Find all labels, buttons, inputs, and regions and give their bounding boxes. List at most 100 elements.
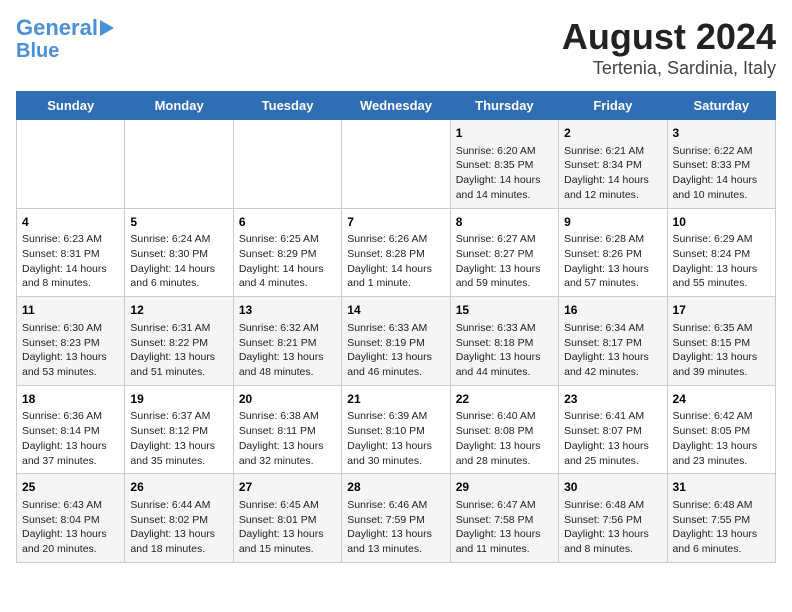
- calendar-cell: 24Sunrise: 6:42 AM Sunset: 8:05 PM Dayli…: [667, 385, 775, 474]
- header-tuesday: Tuesday: [233, 92, 341, 120]
- calendar-cell: 9Sunrise: 6:28 AM Sunset: 8:26 PM Daylig…: [559, 208, 667, 297]
- day-number: 12: [130, 302, 227, 319]
- day-number: 23: [564, 391, 661, 408]
- day-info: Sunrise: 6:44 AM Sunset: 8:02 PM Dayligh…: [130, 498, 227, 557]
- calendar-cell: 8Sunrise: 6:27 AM Sunset: 8:27 PM Daylig…: [450, 208, 558, 297]
- calendar-cell: 5Sunrise: 6:24 AM Sunset: 8:30 PM Daylig…: [125, 208, 233, 297]
- day-number: 7: [347, 214, 444, 231]
- calendar-table: SundayMondayTuesdayWednesdayThursdayFrid…: [16, 91, 776, 563]
- day-info: Sunrise: 6:26 AM Sunset: 8:28 PM Dayligh…: [347, 232, 444, 291]
- day-number: 19: [130, 391, 227, 408]
- day-info: Sunrise: 6:33 AM Sunset: 8:18 PM Dayligh…: [456, 321, 553, 380]
- calendar-cell: 31 Sunrise: 6:48 AM Sunset: 7:55 PM Dayli…: [667, 474, 775, 563]
- day-number: 15: [456, 302, 553, 319]
- calendar-cell: 25 Sunrise: 6:43 AM Sunset: 8:04 PM Dayli…: [17, 474, 125, 563]
- calendar-cell: 22Sunrise: 6:40 AM Sunset: 8:08 PM Dayli…: [450, 385, 558, 474]
- calendar-cell: 19Sunrise: 6:37 AM Sunset: 8:12 PM Dayli…: [125, 385, 233, 474]
- day-info: Sunrise: 6:35 AM Sunset: 8:15 PM Dayligh…: [673, 321, 770, 380]
- calendar-week-5: 25 Sunrise: 6:43 AM Sunset: 8:04 PM Dayli…: [17, 474, 776, 563]
- calendar-cell: 21Sunrise: 6:39 AM Sunset: 8:10 PM Dayli…: [342, 385, 450, 474]
- day-number: 11: [22, 302, 119, 319]
- calendar-week-1: 1Sunrise: 6:20 AM Sunset: 8:35 PM Daylig…: [17, 120, 776, 209]
- day-info: Sunrise: 6:31 AM Sunset: 8:22 PM Dayligh…: [130, 321, 227, 380]
- calendar-cell: 2 Sunrise: 6:21 AM Sunset: 8:34 PM Daylig…: [559, 120, 667, 209]
- calendar-cell: 29 Sunrise: 6:47 AM Sunset: 7:58 PM Dayli…: [450, 474, 558, 563]
- day-info: Sunrise: 6:21 AM Sunset: 8:34 PM Dayligh…: [564, 144, 661, 203]
- day-info: Sunrise: 6:27 AM Sunset: 8:27 PM Dayligh…: [456, 232, 553, 291]
- day-number: 18: [22, 391, 119, 408]
- calendar-cell: 16Sunrise: 6:34 AM Sunset: 8:17 PM Dayli…: [559, 297, 667, 386]
- calendar-cell: [342, 120, 450, 209]
- calendar-cell: 4Sunrise: 6:23 AM Sunset: 8:31 PM Daylig…: [17, 208, 125, 297]
- calendar-cell: 7Sunrise: 6:26 AM Sunset: 8:28 PM Daylig…: [342, 208, 450, 297]
- day-info: Sunrise: 6:45 AM Sunset: 8:01 PM Dayligh…: [239, 498, 336, 557]
- day-number: 14: [347, 302, 444, 319]
- title-block: August 2024 Tertenia, Sardinia, Italy: [562, 16, 776, 79]
- calendar-cell: 11 Sunrise: 6:30 AM Sunset: 8:23 PM Dayli…: [17, 297, 125, 386]
- logo-general: General: [16, 15, 98, 40]
- day-number: 6: [239, 214, 336, 231]
- calendar-week-3: 11 Sunrise: 6:30 AM Sunset: 8:23 PM Dayli…: [17, 297, 776, 386]
- calendar-cell: 1Sunrise: 6:20 AM Sunset: 8:35 PM Daylig…: [450, 120, 558, 209]
- day-number: 2: [564, 125, 661, 142]
- header-thursday: Thursday: [450, 92, 558, 120]
- calendar-cell: 10Sunrise: 6:29 AM Sunset: 8:24 PM Dayli…: [667, 208, 775, 297]
- day-number: 27: [239, 479, 336, 496]
- calendar-cell: 28Sunrise: 6:46 AM Sunset: 7:59 PM Dayli…: [342, 474, 450, 563]
- day-number: 9: [564, 214, 661, 231]
- page-header: General Blue August 2024 Tertenia, Sardi…: [16, 16, 776, 79]
- calendar-cell: [233, 120, 341, 209]
- day-info: Sunrise: 6:48 AM Sunset: 7:55 PM Dayligh…: [673, 498, 770, 557]
- day-info: Sunrise: 6:37 AM Sunset: 8:12 PM Dayligh…: [130, 409, 227, 468]
- day-number: 29: [456, 479, 553, 496]
- page-subtitle: Tertenia, Sardinia, Italy: [562, 58, 776, 79]
- day-info: Sunrise: 6:47 AM Sunset: 7:58 PM Dayligh…: [456, 498, 553, 557]
- header-sunday: Sunday: [17, 92, 125, 120]
- day-number: 22: [456, 391, 553, 408]
- calendar-cell: 23Sunrise: 6:41 AM Sunset: 8:07 PM Dayli…: [559, 385, 667, 474]
- day-number: 20: [239, 391, 336, 408]
- logo-blue: Blue: [16, 40, 59, 62]
- day-info: Sunrise: 6:32 AM Sunset: 8:21 PM Dayligh…: [239, 321, 336, 380]
- calendar-cell: 12 Sunrise: 6:31 AM Sunset: 8:22 PM Dayli…: [125, 297, 233, 386]
- day-info: Sunrise: 6:42 AM Sunset: 8:05 PM Dayligh…: [673, 409, 770, 468]
- calendar-week-2: 4Sunrise: 6:23 AM Sunset: 8:31 PM Daylig…: [17, 208, 776, 297]
- day-info: Sunrise: 6:23 AM Sunset: 8:31 PM Dayligh…: [22, 232, 119, 291]
- day-number: 16: [564, 302, 661, 319]
- day-number: 30: [564, 479, 661, 496]
- day-number: 5: [130, 214, 227, 231]
- day-number: 31: [673, 479, 770, 496]
- day-info: Sunrise: 6:40 AM Sunset: 8:08 PM Dayligh…: [456, 409, 553, 468]
- day-number: 3: [673, 125, 770, 142]
- day-info: Sunrise: 6:36 AM Sunset: 8:14 PM Dayligh…: [22, 409, 119, 468]
- header-monday: Monday: [125, 92, 233, 120]
- calendar-cell: 18Sunrise: 6:36 AM Sunset: 8:14 PM Dayli…: [17, 385, 125, 474]
- day-number: 25: [22, 479, 119, 496]
- day-info: Sunrise: 6:43 AM Sunset: 8:04 PM Dayligh…: [22, 498, 119, 557]
- day-info: Sunrise: 6:33 AM Sunset: 8:19 PM Dayligh…: [347, 321, 444, 380]
- calendar-cell: 30 Sunrise: 6:48 AM Sunset: 7:56 PM Dayli…: [559, 474, 667, 563]
- day-info: Sunrise: 6:28 AM Sunset: 8:26 PM Dayligh…: [564, 232, 661, 291]
- day-info: Sunrise: 6:48 AM Sunset: 7:56 PM Dayligh…: [564, 498, 661, 557]
- calendar-cell: 13 Sunrise: 6:32 AM Sunset: 8:21 PM Dayli…: [233, 297, 341, 386]
- day-info: Sunrise: 6:20 AM Sunset: 8:35 PM Dayligh…: [456, 144, 553, 203]
- day-info: Sunrise: 6:22 AM Sunset: 8:33 PM Dayligh…: [673, 144, 770, 203]
- day-number: 28: [347, 479, 444, 496]
- header-friday: Friday: [559, 92, 667, 120]
- page-title: August 2024: [562, 16, 776, 58]
- calendar-cell: 14 Sunrise: 6:33 AM Sunset: 8:19 PM Dayli…: [342, 297, 450, 386]
- day-number: 17: [673, 302, 770, 319]
- calendar-cell: 6Sunrise: 6:25 AM Sunset: 8:29 PM Daylig…: [233, 208, 341, 297]
- calendar-cell: 27 Sunrise: 6:45 AM Sunset: 8:01 PM Dayli…: [233, 474, 341, 563]
- day-info: Sunrise: 6:30 AM Sunset: 8:23 PM Dayligh…: [22, 321, 119, 380]
- day-number: 13: [239, 302, 336, 319]
- calendar-cell: 17 Sunrise: 6:35 AM Sunset: 8:15 PM Dayli…: [667, 297, 775, 386]
- day-info: Sunrise: 6:24 AM Sunset: 8:30 PM Dayligh…: [130, 232, 227, 291]
- header-saturday: Saturday: [667, 92, 775, 120]
- logo: General Blue: [16, 16, 114, 62]
- day-info: Sunrise: 6:41 AM Sunset: 8:07 PM Dayligh…: [564, 409, 661, 468]
- calendar-cell: 3 Sunrise: 6:22 AM Sunset: 8:33 PM Daylig…: [667, 120, 775, 209]
- day-info: Sunrise: 6:29 AM Sunset: 8:24 PM Dayligh…: [673, 232, 770, 291]
- day-number: 4: [22, 214, 119, 231]
- day-number: 24: [673, 391, 770, 408]
